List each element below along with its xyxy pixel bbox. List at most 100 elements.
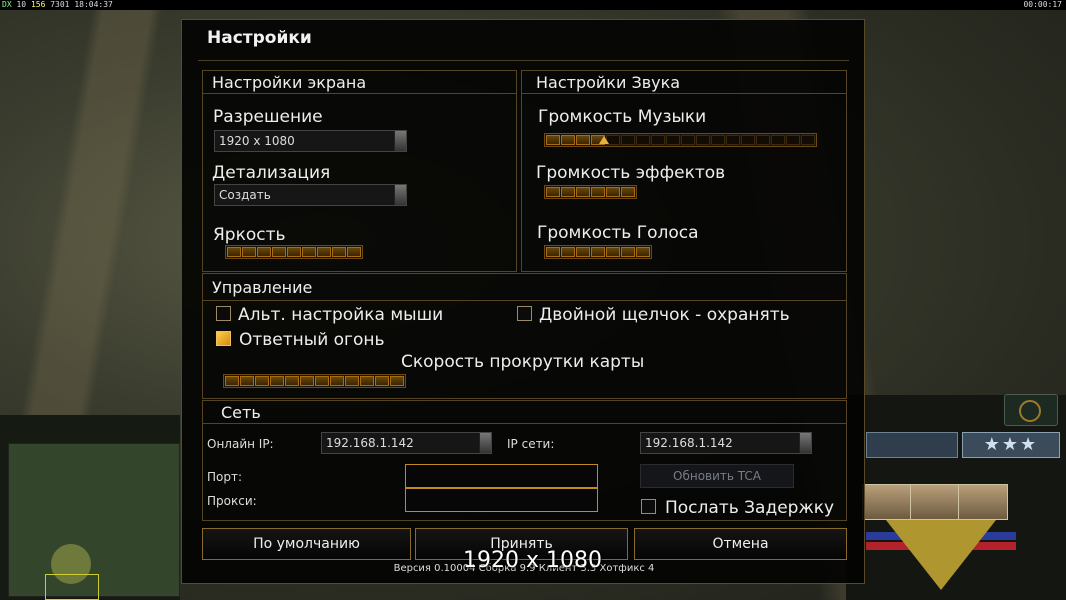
update-tca-button[interactable]: Обновить TCA	[640, 464, 794, 488]
slider-segment[interactable]	[576, 247, 590, 257]
slider-segment[interactable]	[257, 247, 271, 257]
slider-segment[interactable]	[317, 247, 331, 257]
resolution-overlay-text: 1920 x 1080	[463, 548, 602, 573]
alt-mouse-checkbox[interactable]	[216, 306, 231, 321]
slider-segment[interactable]	[636, 247, 650, 257]
resolution-value: 1920 x 1080	[219, 134, 295, 148]
slider-segment[interactable]	[771, 135, 785, 145]
brightness-slider[interactable]	[225, 245, 363, 259]
dropdown-arrow-icon[interactable]	[479, 433, 491, 453]
hud-tab[interactable]	[866, 432, 958, 458]
dropdown-arrow-icon[interactable]	[799, 433, 811, 453]
slider-segment[interactable]	[302, 247, 316, 257]
slider-segment[interactable]	[255, 376, 269, 386]
slider-segment[interactable]	[666, 135, 680, 145]
slider-segment[interactable]	[285, 376, 299, 386]
slider-segment[interactable]	[561, 135, 575, 145]
panel-header: Сеть	[203, 401, 846, 424]
minimap-view[interactable]	[8, 443, 180, 600]
panel-header: Настройки Звука	[522, 71, 846, 94]
music-volume-slider[interactable]	[544, 133, 817, 147]
network-title: Сеть	[221, 403, 261, 422]
slider-segment[interactable]	[227, 247, 241, 257]
slider-segment[interactable]	[546, 135, 560, 145]
slider-segment[interactable]	[375, 376, 389, 386]
slider-segment[interactable]	[240, 376, 254, 386]
slider-segment[interactable]	[606, 247, 620, 257]
slider-segment[interactable]	[546, 187, 560, 197]
slider-segment[interactable]	[756, 135, 770, 145]
slider-segment[interactable]	[786, 135, 800, 145]
panel-header: Настройки экрана	[203, 71, 516, 94]
slider-segment[interactable]	[390, 376, 404, 386]
unit-portrait-tank-1[interactable]	[862, 484, 912, 520]
net-ip-dropdown[interactable]: 192.168.1.142	[640, 432, 812, 454]
unit-portrait-tank-3[interactable]	[958, 484, 1008, 520]
slider-segment[interactable]	[711, 135, 725, 145]
minimap[interactable]	[0, 415, 180, 600]
voice-volume-slider[interactable]	[544, 245, 652, 259]
resolution-label: Разрешение	[213, 107, 323, 127]
slider-thumb-icon[interactable]	[599, 136, 609, 144]
slider-segment[interactable]	[347, 247, 361, 257]
slider-segment[interactable]	[741, 135, 755, 145]
slider-segment[interactable]	[621, 135, 635, 145]
slider-segment[interactable]	[287, 247, 301, 257]
slider-segment[interactable]	[561, 247, 575, 257]
double-click-label: Двойной щелчок - охранять	[539, 305, 790, 325]
sound-settings-title: Настройки Звука	[536, 73, 681, 92]
slider-segment[interactable]	[242, 247, 256, 257]
slider-segment[interactable]	[272, 247, 286, 257]
online-ip-dropdown[interactable]: 192.168.1.142	[321, 432, 492, 454]
cancel-button[interactable]: Отмена	[634, 528, 847, 560]
default-button[interactable]: По умолчанию	[202, 528, 411, 560]
slider-segment[interactable]	[360, 376, 374, 386]
detail-value: Создать	[219, 188, 271, 202]
send-delay-label: Послать Задержку	[665, 498, 835, 518]
online-ip-label: Онлайн IP:	[207, 437, 274, 451]
slider-segment[interactable]	[300, 376, 314, 386]
slider-segment[interactable]	[225, 376, 239, 386]
screen-settings-title: Настройки экрана	[212, 73, 367, 92]
unit-portrait-tank-2[interactable]	[910, 484, 960, 520]
net-ip-label: IP сети:	[507, 437, 555, 451]
slider-segment[interactable]	[801, 135, 815, 145]
effects-volume-slider[interactable]	[544, 185, 637, 199]
slider-segment[interactable]	[576, 187, 590, 197]
double-click-checkbox[interactable]	[517, 306, 532, 321]
slider-segment[interactable]	[606, 187, 620, 197]
proxy-input[interactable]	[405, 488, 598, 512]
return-fire-checkbox[interactable]	[216, 331, 231, 346]
send-delay-checkbox[interactable]	[641, 499, 656, 514]
compass-icon[interactable]	[1004, 394, 1058, 426]
dropdown-arrow-icon[interactable]	[394, 131, 406, 151]
slider-segment[interactable]	[591, 247, 605, 257]
slider-segment[interactable]	[576, 135, 590, 145]
slider-segment[interactable]	[332, 247, 346, 257]
slider-segment[interactable]	[726, 135, 740, 145]
dropdown-arrow-icon[interactable]	[394, 185, 406, 205]
faction-emblem-icon	[866, 520, 1016, 600]
slider-segment[interactable]	[315, 376, 329, 386]
debug-time-left: 18:04:37	[74, 0, 113, 9]
slider-segment[interactable]	[591, 187, 605, 197]
slider-segment[interactable]	[681, 135, 695, 145]
slider-segment[interactable]	[636, 135, 650, 145]
slider-segment[interactable]	[270, 376, 284, 386]
slider-segment[interactable]	[561, 187, 575, 197]
detail-dropdown[interactable]: Создать	[214, 184, 407, 206]
slider-segment[interactable]	[651, 135, 665, 145]
slider-segment[interactable]	[330, 376, 344, 386]
slider-segment[interactable]	[621, 247, 635, 257]
port-input[interactable]	[405, 464, 598, 488]
controls-title: Управление	[212, 278, 313, 297]
scroll-speed-slider[interactable]	[223, 374, 406, 388]
effects-volume-label: Громкость эффектов	[536, 163, 726, 183]
slider-segment[interactable]	[345, 376, 359, 386]
rank-stars[interactable]: ★★★	[962, 432, 1060, 458]
resolution-dropdown[interactable]: 1920 x 1080	[214, 130, 407, 152]
slider-segment[interactable]	[546, 247, 560, 257]
slider-segment[interactable]	[696, 135, 710, 145]
debug-time-right: 00:00:17	[1023, 0, 1062, 9]
slider-segment[interactable]	[621, 187, 635, 197]
